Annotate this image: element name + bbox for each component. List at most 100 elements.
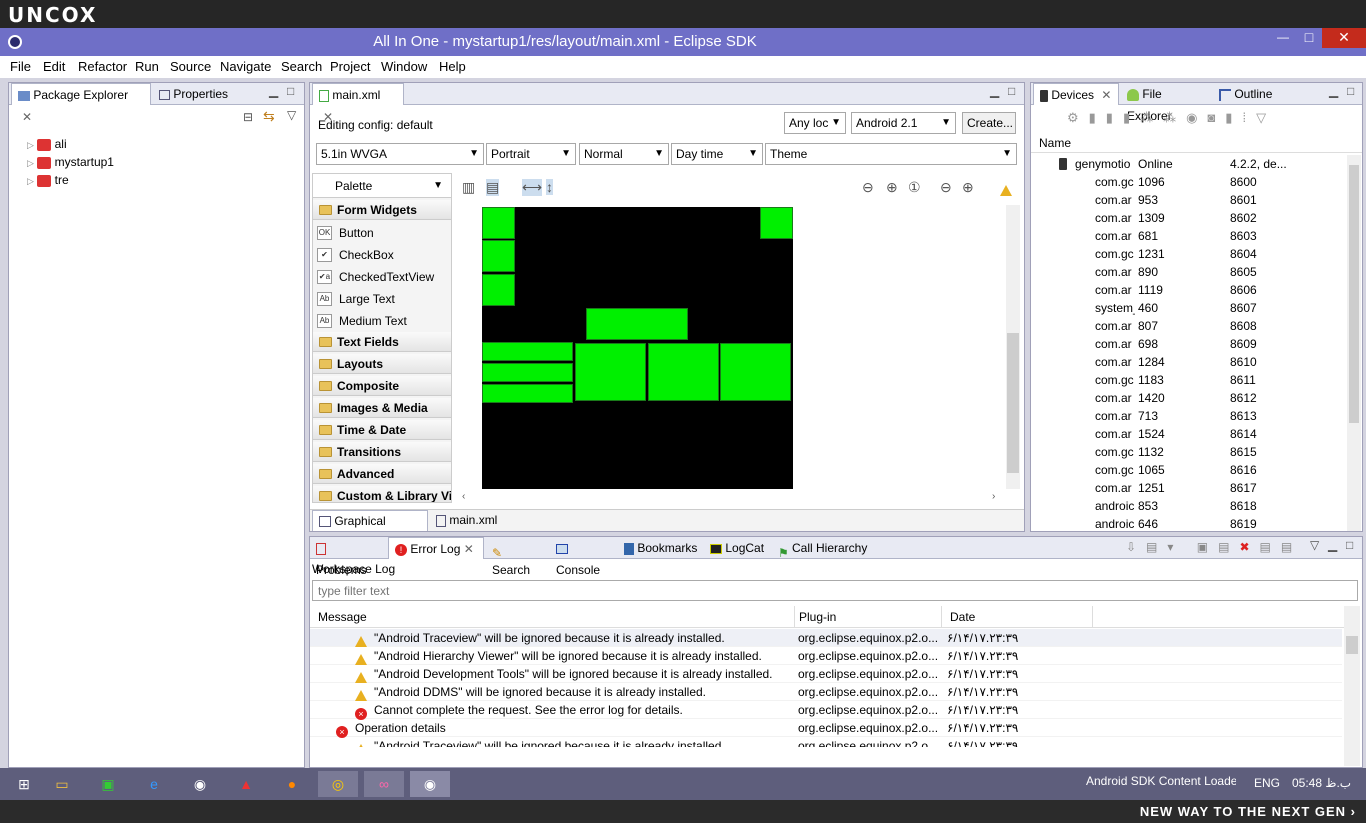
expand-icon[interactable]: ▷ [27, 158, 34, 168]
tab-main-xml-source[interactable]: main.xml [430, 510, 506, 531]
maximize-view-icon[interactable]: □ [287, 84, 294, 98]
eclipse-icon[interactable]: ◉ [180, 771, 220, 797]
scrollbar-thumb[interactable] [1007, 333, 1019, 473]
process-row[interactable]: com.ar 1420 8612 [1031, 389, 1345, 407]
process-row[interactable]: com.ar 1119 8606 [1031, 281, 1345, 299]
acrobat-icon[interactable]: ▲ [226, 771, 266, 797]
tree-item-tre[interactable]: ▷ tre [27, 171, 69, 189]
layout-horizontal-icon[interactable]: ▥ [462, 179, 475, 196]
minimize-button[interactable]: — [1270, 28, 1296, 48]
fill-width-icon[interactable]: ⟷ [522, 179, 543, 196]
chrome-icon[interactable]: ◎ [318, 771, 358, 797]
minimize-view-icon[interactable]: ▁ [990, 84, 999, 98]
time-select[interactable]: Day time ▼ [671, 143, 763, 165]
close-icon[interactable]: ✕ [22, 110, 32, 124]
palette-item[interactable]: ✔ CheckBox [313, 244, 451, 266]
file-explorer-icon[interactable]: ▭ [42, 771, 82, 797]
fill-height-icon[interactable]: ↕ [546, 179, 553, 195]
process-row[interactable]: com.ar 698 8609 [1031, 335, 1345, 353]
layout-canvas[interactable] [456, 205, 1006, 489]
column-date[interactable]: Date [941, 606, 975, 628]
process-row[interactable]: com.ar 953 8601 [1031, 191, 1345, 209]
maximize-view-icon[interactable]: □ [1008, 84, 1015, 98]
process-row[interactable]: com.ar 1251 8617 [1031, 479, 1345, 497]
create-config-button[interactable]: Create... [962, 112, 1016, 134]
palette-category[interactable]: Form Widgets [313, 200, 451, 220]
palette-category[interactable]: Layouts [313, 354, 451, 374]
log-row[interactable]: "Android Development Tools" will be igno… [310, 665, 1342, 684]
menu-project[interactable]: Project [330, 59, 370, 74]
widget-box[interactable] [760, 207, 793, 239]
warning-icon[interactable] [1000, 183, 1012, 197]
process-row[interactable]: com.gc 1132 8615 [1031, 443, 1345, 461]
maximize-button[interactable]: □ [1296, 28, 1322, 48]
widget-box[interactable] [482, 342, 573, 361]
widget-box[interactable] [482, 274, 515, 306]
widget-box[interactable] [482, 384, 573, 403]
menu-navigate[interactable]: Navigate [220, 59, 271, 74]
tab-call-hierarchy[interactable]: ⚑ Call Hierarchy [772, 537, 876, 560]
maximize-view-icon[interactable]: □ [1346, 538, 1353, 552]
tab-outline[interactable]: Outline [1213, 83, 1279, 105]
link-editor-icon[interactable]: ⇆ [263, 108, 275, 125]
tab-devices[interactable]: Devices ✕ [1033, 83, 1119, 105]
menu-search[interactable]: Search [281, 59, 322, 74]
firefox-icon[interactable]: ● [272, 771, 312, 797]
process-row[interactable]: com.gc 1096 8600 [1031, 173, 1345, 191]
scroll-right-icon[interactable]: › [992, 491, 995, 502]
palette-category[interactable]: Composite [313, 376, 451, 396]
scroll-left-icon[interactable]: ‹ [462, 491, 465, 502]
widget-box[interactable] [482, 207, 515, 239]
tab-properties[interactable]: Properties [153, 83, 243, 105]
zoom-fit-icon[interactable]: ⊕ [886, 179, 898, 196]
tree-item-ali[interactable]: ▷ ali [27, 135, 67, 153]
tab-graphical-layout[interactable]: Graphical Layout [312, 510, 428, 548]
widget-box[interactable] [482, 363, 573, 382]
palette-category[interactable]: Text Fields [313, 332, 451, 352]
mode-select[interactable]: Normal ▼ [579, 143, 669, 165]
device-screen[interactable] [482, 207, 793, 489]
tab-file-explorer[interactable]: File Explorer [1121, 83, 1213, 123]
log-row[interactable]: × Operation details org.eclipse.equinox.p2… [310, 719, 1342, 738]
view-menu-icon[interactable]: ▽ [287, 108, 296, 122]
palette-header[interactable]: Palette ▼ [313, 174, 451, 198]
process-row[interactable]: com.ar 713 8613 [1031, 407, 1345, 425]
column-plugin[interactable]: Plug-in [794, 606, 836, 628]
close-icon[interactable]: ✕ [1101, 88, 1111, 102]
log-row[interactable]: "Android DDMS" will be ignored because i… [310, 683, 1342, 702]
filter-input[interactable] [312, 580, 1358, 601]
palette-item[interactable]: ✔a CheckedTextView [313, 266, 451, 288]
tree-item-mystartup1[interactable]: ▷ mystartup1 [27, 153, 114, 171]
scrollbar-thumb[interactable] [1346, 636, 1358, 654]
screen-select[interactable]: 5.1in WVGA ▼ [316, 143, 484, 165]
menu-refactor[interactable]: Refactor [78, 59, 127, 74]
minimize-view-icon[interactable]: ▁ [1328, 538, 1337, 552]
menu-edit[interactable]: Edit [43, 59, 65, 74]
process-row[interactable]: com.ar 1524 8614 [1031, 425, 1345, 443]
scrollbar-thumb[interactable] [1349, 165, 1359, 423]
process-row[interactable]: com.ar 807 8608 [1031, 317, 1345, 335]
widget-box[interactable] [482, 240, 515, 272]
process-row[interactable]: com.gc 1065 8616 [1031, 461, 1345, 479]
palette-category[interactable]: Images & Media [313, 398, 451, 418]
menu-run[interactable]: Run [135, 59, 159, 74]
devices-toolbar[interactable]: ⚙▮▮▮⁂⁂◉◙▮⁞▽ [1067, 110, 1276, 126]
palette-item[interactable]: Ab Large Text [313, 288, 451, 310]
tab-bookmarks[interactable]: Bookmarks [618, 537, 704, 559]
zoom-out-icon[interactable]: ⊖ [940, 179, 952, 196]
tab-problems[interactable]: Problems [310, 537, 386, 577]
tab-search[interactable]: ✎ Search [486, 537, 550, 577]
zoom-in-icon[interactable]: ⊕ [962, 179, 974, 196]
clock[interactable]: 05:48 ب.ظ [1292, 776, 1351, 790]
minimize-view-icon[interactable]: ▁ [1329, 84, 1338, 98]
internet-explorer-icon[interactable]: e [134, 771, 174, 797]
vertical-scrollbar[interactable] [1347, 155, 1361, 531]
minimize-view-icon[interactable]: ▁ [269, 84, 278, 98]
chevron-down-icon[interactable]: ▼ [433, 174, 443, 198]
eclipse-active-icon[interactable]: ◉ [410, 771, 450, 797]
palette-category[interactable]: Custom & Library Vie [313, 486, 451, 502]
process-row[interactable]: com.ar 890 8605 [1031, 263, 1345, 281]
vertical-scrollbar[interactable] [1344, 606, 1360, 766]
process-row[interactable]: com.gc 1183 8611 [1031, 371, 1345, 389]
tab-error-log[interactable]: ! Error Log ✕ [388, 537, 484, 559]
